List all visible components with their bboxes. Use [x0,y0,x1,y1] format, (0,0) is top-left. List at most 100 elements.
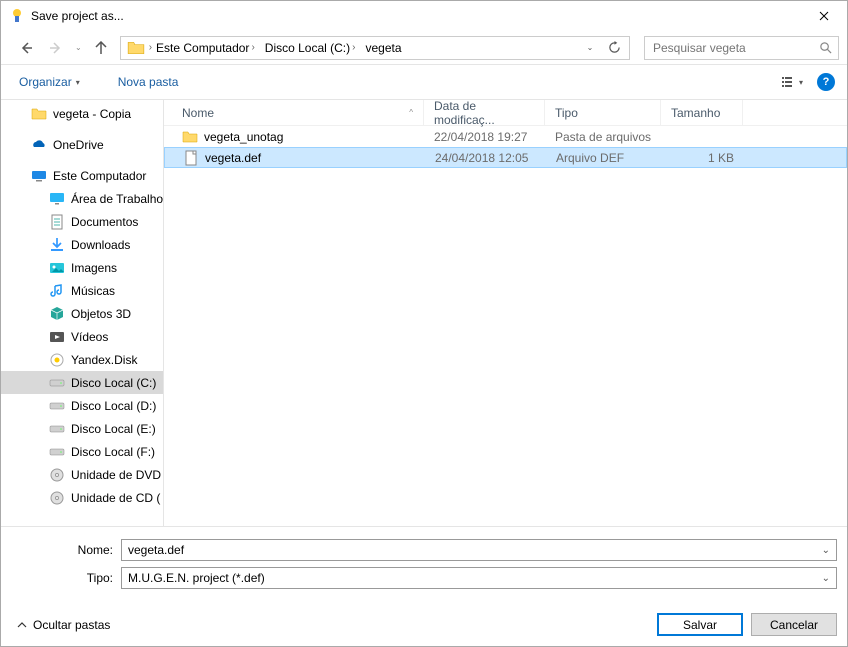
chevron-right-icon: › [251,42,254,53]
column-modified[interactable]: Data de modificaç... [424,100,545,125]
close-button[interactable] [801,1,847,31]
tree-item-label: Yandex.Disk [71,353,137,367]
address-dropdown[interactable]: ⌄ [579,38,601,58]
file-date: 22/04/2018 19:27 [424,130,545,144]
organize-button[interactable]: Organizar ▾ [13,71,86,93]
tree-item[interactable]: Imagens [1,256,163,279]
view-icon [781,75,797,89]
tree-item-label: Imagens [71,261,117,275]
save-as-dialog: Save project as... ⌄ › Este Computador› … [0,0,848,647]
sort-indicator-icon: ^ [409,108,413,117]
file-date: 24/04/2018 12:05 [425,151,546,165]
disk-icon [49,375,65,391]
titlebar: Save project as... [1,1,847,31]
tree-item-label: Disco Local (D:) [71,399,156,413]
file-name: vegeta_unotag [204,130,283,144]
tree-item-label: Documentos [71,215,138,229]
file-rows: vegeta_unotag 22/04/2018 19:27Pasta de ar… [164,126,847,526]
address-bar[interactable]: › Este Computador› Disco Local (C:)› veg… [120,36,630,60]
help-button[interactable]: ? [817,73,835,91]
chevron-right-icon: › [352,42,355,53]
arrow-right-icon [49,41,63,55]
tree-item-label: Este Computador [53,169,146,183]
tree-item[interactable]: Objetos 3D [1,302,163,325]
refresh-button[interactable] [603,38,625,58]
column-name[interactable]: Nome^ [164,100,424,125]
up-button[interactable] [90,37,112,59]
file-size: 1 KB [662,151,744,165]
file-type: Pasta de arquivos [545,130,661,144]
tree-item-label: Disco Local (C:) [71,376,156,390]
column-size[interactable]: Tamanho [661,100,743,125]
chevron-up-icon [17,620,27,630]
tree-item[interactable]: Yandex.Disk [1,348,163,371]
toolbar: Organizar ▾ Nova pasta ▾ ? [1,65,847,99]
disk-icon [49,421,65,437]
file-row[interactable]: vegeta.def24/04/2018 12:05Arquivo DEF1 K… [164,147,847,168]
tree-item[interactable]: Área de Trabalho [1,187,163,210]
pc-icon [31,168,47,184]
tree-item-label: Vídeos [71,330,108,344]
cancel-button[interactable]: Cancelar [751,613,837,636]
tree-item[interactable]: Unidade de DVD ( [1,463,163,486]
file-row[interactable]: vegeta_unotag 22/04/2018 19:27Pasta de ar… [164,126,847,147]
breadcrumb-segment[interactable]: Este Computador› [152,39,259,57]
tree-item[interactable]: Documentos [1,210,163,233]
chevron-down-icon[interactable]: ⌄ [822,545,830,556]
tree-item[interactable]: Downloads [1,233,163,256]
forward-button[interactable] [45,37,67,59]
breadcrumb-segment[interactable]: vegeta [361,39,405,57]
tree-item[interactable]: Disco Local (F:) [1,440,163,463]
tree-item[interactable]: Disco Local (D:) [1,394,163,417]
column-type[interactable]: Tipo [545,100,661,125]
chevron-down-icon[interactable]: ⌄ [75,43,82,52]
disk-icon [49,398,65,414]
tree-item-label: Músicas [71,284,115,298]
app-icon [9,8,25,24]
filename-input[interactable]: vegeta.def ⌄ [121,539,837,561]
tree-item[interactable]: Vídeos [1,325,163,348]
tree-item[interactable]: Disco Local (C:) [1,371,163,394]
hide-folders-button[interactable]: Ocultar pastas [11,618,110,632]
tree-item[interactable]: vegeta - Copia [1,102,163,125]
view-options-button[interactable]: ▾ [779,71,805,93]
tree-item-label: OneDrive [53,138,104,152]
filetype-label: Tipo: [11,571,121,585]
docs-icon [49,214,65,230]
tree-item-label: Downloads [71,238,130,252]
desktop-icon [49,191,65,207]
save-button[interactable]: Salvar [657,613,743,636]
onedrive-icon [31,137,47,153]
search-box[interactable] [644,36,839,60]
filetype-select[interactable]: M.U.G.E.N. project (*.def) ⌄ [121,567,837,589]
chevron-down-icon: ⌄ [822,573,830,584]
folder-icon [31,106,47,122]
window-title: Save project as... [31,9,801,23]
tree-item-label: Objetos 3D [71,307,131,321]
new-folder-button[interactable]: Nova pasta [112,71,185,93]
folder-tree[interactable]: vegeta - Copia OneDrive Este Computador Áre… [1,100,164,526]
cd-icon [49,490,65,506]
breadcrumb-segment[interactable]: Disco Local (C:)› [261,39,360,57]
images-icon [49,260,65,276]
tree-item[interactable]: Disco Local (E:) [1,417,163,440]
file-type: Arquivo DEF [546,151,662,165]
back-button[interactable] [15,37,37,59]
tree-item[interactable]: Este Computador [1,164,163,187]
search-input[interactable] [651,40,819,56]
arrow-up-icon [94,41,108,55]
folder-icon [127,39,145,57]
disk-icon [49,444,65,460]
dvd-icon [49,467,65,483]
tree-item[interactable]: Músicas [1,279,163,302]
tree-item-label: Unidade de DVD ( [71,468,163,482]
tree-item[interactable]: OneDrive [1,133,163,156]
file-list-area: Nome^ Data de modificaç... Tipo Tamanho … [164,100,847,526]
tree-item-label: Área de Trabalho [71,192,163,206]
refresh-icon [608,41,621,54]
tree-item[interactable]: Unidade de CD ( [1,486,163,509]
chevron-down-icon: ▾ [76,78,80,87]
3d-icon [49,306,65,322]
close-icon [819,11,829,21]
navigation-bar: ⌄ › Este Computador› Disco Local (C:)› v… [1,31,847,65]
